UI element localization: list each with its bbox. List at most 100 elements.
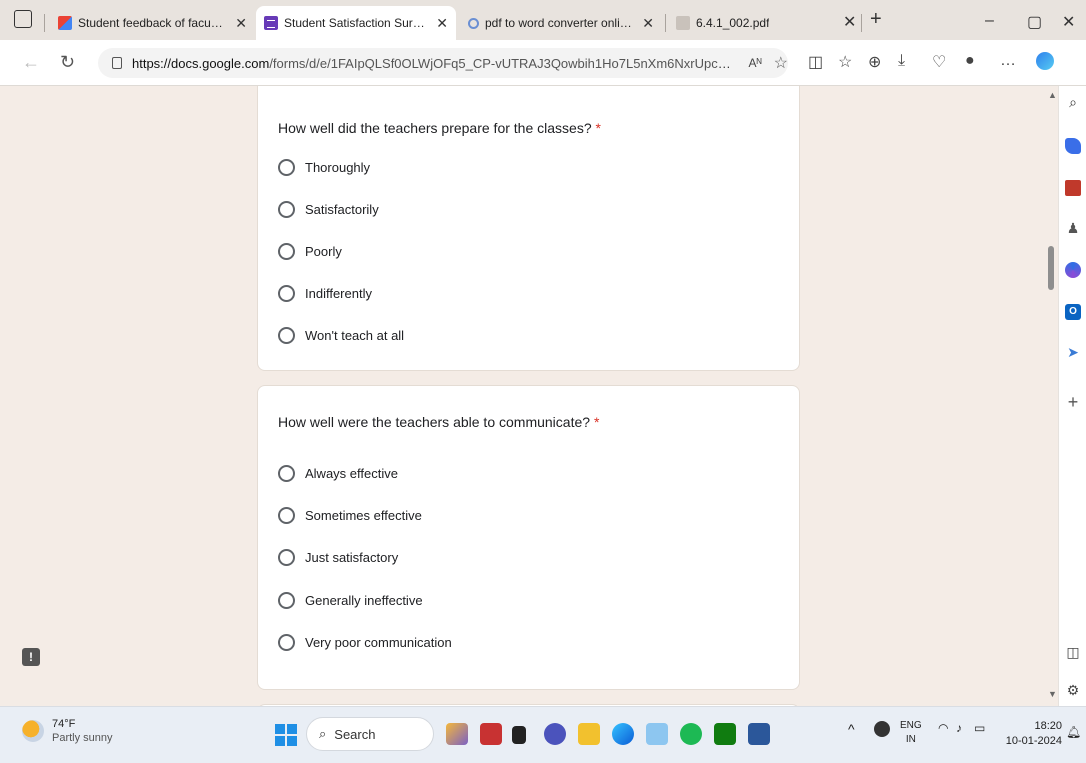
window-close-icon[interactable]: ✕ (1062, 12, 1075, 32)
tab-title: pdf to word converter online - Se (485, 16, 633, 30)
radio-option[interactable]: Very poor communication (278, 634, 452, 651)
radio-button[interactable] (278, 327, 295, 344)
battery-icon[interactable]: ▭ (974, 721, 985, 735)
scroll-thumb[interactable] (1048, 246, 1054, 290)
sidebar-hide-icon[interactable]: ◫ (1065, 644, 1081, 660)
radio-option[interactable]: Always effective (278, 465, 398, 482)
tab-pdf[interactable]: 6.4.1_002.pdf (668, 6, 858, 40)
search-icon (468, 17, 479, 29)
app-icon[interactable] (512, 726, 526, 744)
sidebar-shopping-icon[interactable] (1065, 138, 1081, 154)
radio-option[interactable]: Thoroughly (278, 159, 370, 176)
edge-icon[interactable] (612, 723, 634, 745)
refresh-icon[interactable]: ↻ (60, 52, 75, 73)
spotify-icon[interactable] (680, 723, 702, 745)
page-scrollbar[interactable]: ▲ ▼ (1046, 86, 1058, 706)
word-icon[interactable] (748, 723, 770, 745)
lang-region: IN (905, 734, 916, 745)
collections-icon[interactable]: ⊕ (868, 52, 881, 72)
profile-icon[interactable]: ● (965, 52, 975, 70)
required-mark: * (593, 414, 600, 430)
clock[interactable]: 18:20 10-01-2024 (1000, 719, 1062, 749)
favorites-icon[interactable]: ☆ (838, 52, 852, 72)
file-explorer-icon[interactable] (578, 723, 600, 745)
sidebar-search-icon[interactable]: ⌕ (1065, 94, 1081, 110)
sidebar-tools-icon[interactable] (1065, 180, 1081, 196)
required-mark: * (595, 120, 601, 136)
sidebar-office-icon[interactable] (1065, 262, 1081, 278)
sidebar-games-icon[interactable]: ♟ (1065, 220, 1081, 236)
split-screen-icon[interactable]: ◫ (808, 52, 823, 72)
language-indicator[interactable]: ENG IN (900, 719, 922, 747)
close-tab-icon[interactable]: ✕ (235, 15, 247, 32)
tab-title: 6.4.1_002.pdf (696, 16, 770, 30)
tab-title: Student feedback of faculty - km (78, 16, 225, 30)
radio-button[interactable] (278, 159, 295, 176)
teams-icon[interactable] (544, 723, 566, 745)
xbox-icon[interactable] (714, 723, 736, 745)
radio-button[interactable] (278, 201, 295, 218)
url-text: https://docs.google.com/forms/d/e/1FAIpQ… (132, 56, 738, 71)
close-tab-icon[interactable]: ✕ (642, 15, 654, 32)
weather-widget[interactable]: 74°F Partly sunny (22, 717, 113, 745)
time-text: 18:20 (1034, 720, 1062, 732)
option-label: Very poor communication (305, 635, 452, 650)
option-label: Indifferently (305, 286, 372, 301)
scroll-up-icon[interactable]: ▲ (1048, 90, 1057, 100)
show-hidden-icons[interactable]: ^ (848, 721, 855, 737)
radio-option[interactable]: Sometimes effective (278, 507, 422, 524)
option-label: Satisfactorily (305, 202, 379, 217)
more-menu-icon[interactable]: … (1000, 52, 1016, 70)
radio-option[interactable]: Indifferently (278, 285, 372, 302)
radio-option[interactable]: Won't teach at all (278, 327, 404, 344)
radio-button[interactable] (278, 243, 295, 260)
radio-button[interactable] (278, 634, 295, 651)
copilot-icon[interactable] (1036, 52, 1054, 70)
downloads-icon[interactable]: ⤓ (898, 52, 905, 70)
tab-strip: Student feedback of faculty - km ✕ Stude… (0, 0, 1086, 40)
sidebar-drop-icon[interactable]: ➤ (1065, 344, 1081, 360)
radio-button[interactable] (278, 507, 295, 524)
taskbar-search[interactable]: ⌕ Search (306, 717, 434, 751)
start-button[interactable] (275, 724, 297, 746)
app-icon[interactable] (480, 723, 502, 745)
radio-button[interactable] (278, 285, 295, 302)
address-bar[interactable]: https://docs.google.com/forms/d/e/1FAIpQ… (98, 48, 788, 78)
question-card: How well were the teachers able to commu… (257, 385, 800, 690)
radio-option[interactable]: Satisfactorily (278, 201, 379, 218)
wifi-icon[interactable]: ◠ (938, 721, 948, 735)
new-tab-button[interactable]: + (870, 8, 882, 31)
edge-sidebar: ⌕ ♟ O ➤ + ◫ ⚙ (1058, 86, 1086, 706)
minimize-icon[interactable]: – (985, 12, 994, 30)
radio-button[interactable] (278, 465, 295, 482)
feedback-icon[interactable]: ! (22, 648, 40, 666)
notifications-icon[interactable]: 🔔︎ (1066, 725, 1081, 739)
sidebar-add-icon[interactable]: + (1065, 393, 1081, 411)
tab-separator (44, 14, 45, 32)
radio-button[interactable] (278, 549, 295, 566)
close-tab-icon[interactable]: ✕ (843, 12, 856, 32)
onedrive-icon[interactable] (874, 721, 890, 737)
photos-icon[interactable] (646, 723, 668, 745)
close-tab-icon[interactable]: ✕ (436, 15, 448, 32)
scroll-down-icon[interactable]: ▼ (1048, 689, 1057, 699)
radio-button[interactable] (278, 592, 295, 609)
widgets-icon[interactable] (446, 723, 468, 745)
tab-gmail[interactable]: Student feedback of faculty - km ✕ (50, 6, 255, 40)
restore-icon[interactable]: ▢ (1027, 12, 1042, 32)
radio-option[interactable]: Just satisfactory (278, 549, 398, 566)
volume-icon[interactable]: ♪ (956, 721, 962, 735)
sidebar-outlook-icon[interactable]: O (1065, 304, 1081, 320)
radio-option[interactable]: Generally ineffective (278, 592, 423, 609)
favorite-star-icon[interactable]: ☆ (774, 53, 788, 73)
tab-title: Student Satisfaction Survey 2019 (284, 16, 426, 30)
radio-option[interactable]: Poorly (278, 243, 342, 260)
browser-essentials-icon[interactable]: ♡ (932, 52, 946, 72)
tab-actions-icon[interactable] (14, 10, 32, 28)
partly-sunny-icon (22, 720, 44, 742)
read-aloud-icon[interactable]: Aᴺ (748, 56, 761, 70)
tab-forms[interactable]: Student Satisfaction Survey 2019 ✕ (256, 6, 456, 40)
sidebar-settings-icon[interactable]: ⚙ (1065, 682, 1081, 698)
tab-search[interactable]: pdf to word converter online - Se ✕ (460, 6, 662, 40)
back-icon[interactable]: ← (22, 52, 40, 73)
